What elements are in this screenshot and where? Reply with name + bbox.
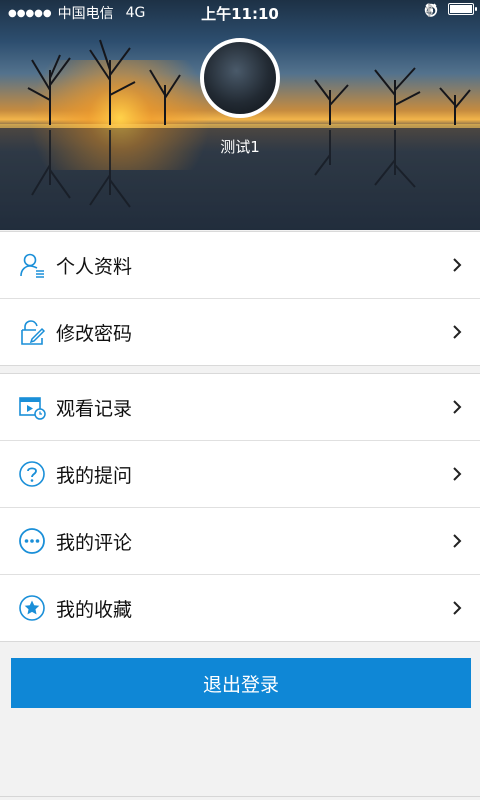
chevron-right-icon bbox=[453, 400, 462, 414]
account-settings-group: 个人资料 修改密码 bbox=[0, 231, 480, 366]
chevron-right-icon bbox=[453, 258, 462, 272]
chevron-right-icon bbox=[453, 325, 462, 339]
avatar[interactable] bbox=[200, 38, 280, 118]
battery-icon bbox=[448, 3, 477, 15]
divider bbox=[0, 796, 480, 797]
menu-item-label: 观看记录 bbox=[56, 397, 133, 420]
menu-item-profile[interactable]: 个人资料 bbox=[0, 232, 480, 298]
menu-item-my-questions[interactable]: 我的提问 bbox=[0, 440, 480, 507]
logout-button[interactable]: 退出登录 bbox=[11, 658, 471, 708]
menu-item-label: 修改密码 bbox=[56, 322, 133, 345]
menu-item-label: 我的提问 bbox=[56, 464, 133, 487]
menu-item-label: 我的评论 bbox=[56, 531, 133, 554]
user-profile-icon bbox=[18, 251, 46, 279]
activity-group: 观看记录 我的提问 我的评论 我的收藏 bbox=[0, 373, 480, 642]
lock-edit-icon bbox=[18, 318, 46, 346]
status-bar: ●●●●● 中国电信 4G 上午11:10 bbox=[0, 0, 480, 24]
menu-item-label: 个人资料 bbox=[56, 255, 133, 278]
menu-item-watch-history[interactable]: 观看记录 bbox=[0, 374, 480, 440]
chevron-right-icon bbox=[453, 467, 462, 481]
menu-item-change-password[interactable]: 修改密码 bbox=[0, 298, 480, 365]
menu-item-my-favorites[interactable]: 我的收藏 bbox=[0, 574, 480, 641]
profile-header: ●●●●● 中国电信 4G 上午11:10 测试1 bbox=[0, 0, 480, 230]
video-history-icon bbox=[18, 393, 46, 421]
menu-item-label: 我的收藏 bbox=[56, 598, 133, 621]
username: 测试1 bbox=[220, 138, 260, 156]
question-icon bbox=[18, 460, 46, 488]
chevron-right-icon bbox=[453, 601, 462, 615]
clock: 上午11:10 bbox=[201, 5, 279, 23]
comment-icon bbox=[18, 527, 46, 555]
menu-item-my-comments[interactable]: 我的评论 bbox=[0, 507, 480, 574]
star-icon bbox=[18, 594, 46, 622]
chevron-right-icon bbox=[453, 534, 462, 548]
